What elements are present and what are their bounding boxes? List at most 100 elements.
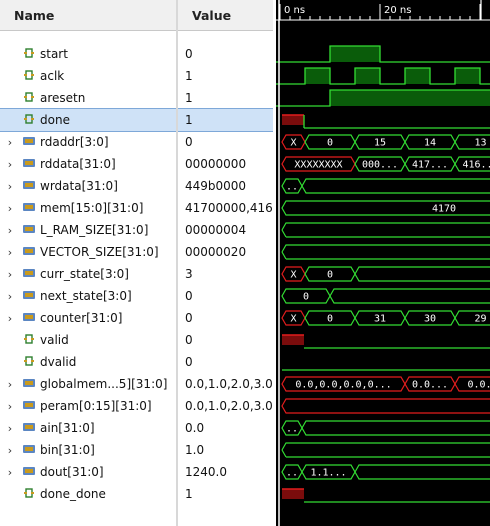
chevron-right-icon[interactable]: › <box>4 202 16 215</box>
chevron-right-icon[interactable]: › <box>4 268 16 281</box>
next-state-segment <box>329 288 490 304</box>
signal-row-aclk[interactable]: ›aclk <box>0 65 176 87</box>
l-ram-size-bus <box>281 222 490 238</box>
signal-row-done[interactable]: ›done <box>0 108 176 132</box>
waveform-viewer: Name ›start›aclk›aresetn›done›rdaddr[3:0… <box>0 0 490 526</box>
signal-row-mem-15-0-31-0[interactable]: › mem[15:0][31:0] <box>0 197 176 219</box>
signal-row-counter-31-0[interactable]: › counter[31:0] <box>0 307 176 329</box>
globalmem-segment-label: 0.0... <box>467 380 490 391</box>
signal-value: 1 <box>185 113 193 127</box>
signal-value: 0.0 <box>185 421 205 435</box>
signal-row-next-state-3-0[interactable]: › next_state[3:0] <box>0 285 176 307</box>
signal-bus-icon <box>16 266 40 283</box>
bin-bus <box>281 442 490 458</box>
counter-segment-label: 29 <box>474 314 486 325</box>
signal-row-ain-31-0[interactable]: › ain[31:0] <box>0 417 176 439</box>
signal-row-rdaddr-3-0[interactable]: › rdaddr[3:0] <box>0 131 176 153</box>
start-high-fill <box>330 46 380 62</box>
signal-bus-icon <box>16 464 40 481</box>
signal-name: aclk <box>40 69 65 83</box>
aclk-high-fill <box>305 68 330 84</box>
signal-bus-icon <box>16 156 40 173</box>
start-trace <box>276 45 490 63</box>
globalmem-segment-label: 0.0,0.0,0.0,0... <box>295 380 391 391</box>
signal-value: 00000020 <box>185 245 247 259</box>
signal-row-done-done[interactable]: ›done_done <box>0 483 176 505</box>
signal-value: 0 <box>185 47 193 61</box>
rdaddr-segment-label: 13 <box>474 138 486 149</box>
dout-segment-label: .. <box>286 468 298 479</box>
signal-value: 3 <box>185 267 193 281</box>
value-cell-dout-31-0: 1240.0 <box>178 461 273 483</box>
signal-name: rdaddr[3:0] <box>40 135 109 149</box>
value-cell-mem-15-0-31-0: 41700000,416 <box>178 197 273 219</box>
signal-value: 0 <box>185 311 193 325</box>
done-done-x-fill <box>282 489 304 499</box>
signal-row-globalmem-5-31-0[interactable]: › globalmem...5][31:0] <box>0 373 176 395</box>
globalmem-segment-label: 0.0... <box>412 380 448 391</box>
signal-row-dout-31-0[interactable]: › dout[31:0] <box>0 461 176 483</box>
chevron-right-icon[interactable]: › <box>4 180 16 193</box>
signal-row-dvalid[interactable]: ›dvalid <box>0 351 176 373</box>
rddata-segment-label: 417... <box>412 160 448 171</box>
dout-segment <box>354 464 490 480</box>
signal-bus-icon <box>16 420 40 437</box>
signal-name: curr_state[3:0] <box>40 267 129 281</box>
curr-state-segment-label: X <box>290 270 296 281</box>
rdaddr-segment-label: 14 <box>424 138 436 149</box>
signal-bus-icon <box>16 310 40 327</box>
ain-segment <box>301 420 490 436</box>
chevron-right-icon[interactable]: › <box>4 312 16 325</box>
chevron-right-icon[interactable]: › <box>4 422 16 435</box>
counter-segment-label: X <box>290 314 296 325</box>
signal-name: aresetn <box>40 91 86 105</box>
signal-name: bin[31:0] <box>40 443 95 457</box>
value-header-label: Value <box>192 7 232 23</box>
signal-bus-icon <box>16 200 40 217</box>
chevron-right-icon[interactable]: › <box>4 158 16 171</box>
signal-name: counter[31:0] <box>40 311 123 325</box>
chevron-right-icon[interactable]: › <box>4 400 16 413</box>
chevron-right-icon[interactable]: › <box>4 378 16 391</box>
signal-value: 0.0,1.0,2.0,3.0 <box>185 377 273 391</box>
rdaddr-segment-label: 15 <box>374 138 386 149</box>
name-column-header[interactable]: Name <box>0 0 176 31</box>
signal-value: 1240.0 <box>185 465 227 479</box>
signal-name: wrdata[31:0] <box>40 179 118 193</box>
signal-name: done_done <box>40 487 106 501</box>
chevron-right-icon[interactable]: › <box>4 246 16 259</box>
signal-value: 1.0 <box>185 443 205 457</box>
signal-row-vector-size-31-0[interactable]: › VECTOR_SIZE[31:0] <box>0 241 176 263</box>
chevron-right-icon[interactable]: › <box>4 290 16 303</box>
signal-name: L_RAM_SIZE[31:0] <box>40 223 149 237</box>
signal-row-wrdata-31-0[interactable]: › wrdata[31:0] <box>0 175 176 197</box>
signal-row-aresetn[interactable]: ›aresetn <box>0 87 176 109</box>
signal-row-peram-0-15-31-0[interactable]: › peram[0:15][31:0] <box>0 395 176 417</box>
signal-bit-icon <box>16 332 40 349</box>
signal-row-rddata-31-0[interactable]: › rddata[31:0] <box>0 153 176 175</box>
chevron-right-icon[interactable]: › <box>4 136 16 149</box>
signal-name: globalmem...5][31:0] <box>40 377 168 391</box>
signal-bit-icon <box>16 46 40 63</box>
signal-row-l-ram-size-31-0[interactable]: › L_RAM_SIZE[31:0] <box>0 219 176 241</box>
rdaddr-segment-label: 0 <box>327 138 333 149</box>
mem-segment <box>281 200 490 216</box>
signal-name: mem[15:0][31:0] <box>40 201 144 215</box>
value-column: Value 0 1 1 1 0 00000000 449b0000 41700000,416 0… <box>178 0 273 526</box>
signal-bus-icon <box>16 288 40 305</box>
signal-row-bin-31-0[interactable]: › bin[31:0] <box>0 439 176 461</box>
waveform-canvas[interactable]: 0 ns 20 ns X 0 15 14 13 XXXXXXXX 000... 417... 4… <box>276 0 490 526</box>
rddata-segment-label: XXXXXXXX <box>294 160 342 171</box>
value-cell-valid: 0 <box>178 329 273 351</box>
signal-bus-icon <box>16 244 40 261</box>
wrdata-segment <box>301 178 490 194</box>
signal-bit-icon <box>16 112 40 129</box>
signal-row-start[interactable]: ›start <box>0 43 176 65</box>
value-column-header[interactable]: Value <box>178 0 273 31</box>
signal-row-valid[interactable]: ›valid <box>0 329 176 351</box>
chevron-right-icon[interactable]: › <box>4 466 16 479</box>
signal-row-curr-state-3-0[interactable]: › curr_state[3:0] <box>0 263 176 285</box>
chevron-right-icon[interactable]: › <box>4 224 16 237</box>
value-cell-aclk: 1 <box>178 65 273 87</box>
chevron-right-icon[interactable]: › <box>4 444 16 457</box>
